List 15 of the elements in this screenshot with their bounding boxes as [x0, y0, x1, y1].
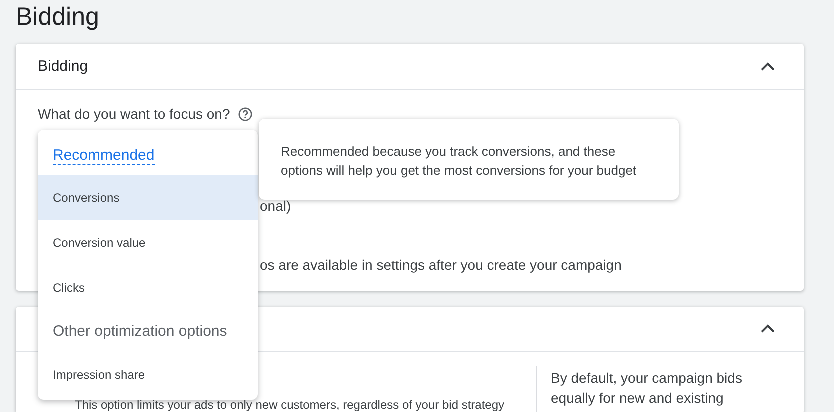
page-title: Bidding [15, 2, 100, 33]
option-description: This option limits your ads to only new customers, regardless of your bid strategy [75, 398, 505, 412]
group-heading[interactable]: Recommended [53, 146, 155, 164]
menu-option[interactable]: Clicks [38, 265, 258, 310]
menu-option[interactable]: Conversion value [38, 220, 258, 265]
question-label: What do you want to focus on? [38, 106, 230, 122]
menu-option[interactable]: Conversions [38, 175, 258, 220]
default-note: By default, your campaign bids equally for new and existing [551, 369, 744, 408]
info-text: os are available in settings after you create your campaign [260, 257, 622, 273]
menu-option[interactable]: Impression share [38, 352, 258, 397]
tooltip: Recommended because you track conversions, and these options will help you get the most conversions for your budget [259, 119, 679, 200]
card-title: Bidding [38, 58, 88, 75]
group-heading: Other optimization options [53, 322, 228, 340]
help-icon[interactable] [238, 106, 254, 122]
option-label: onal) [260, 198, 292, 214]
